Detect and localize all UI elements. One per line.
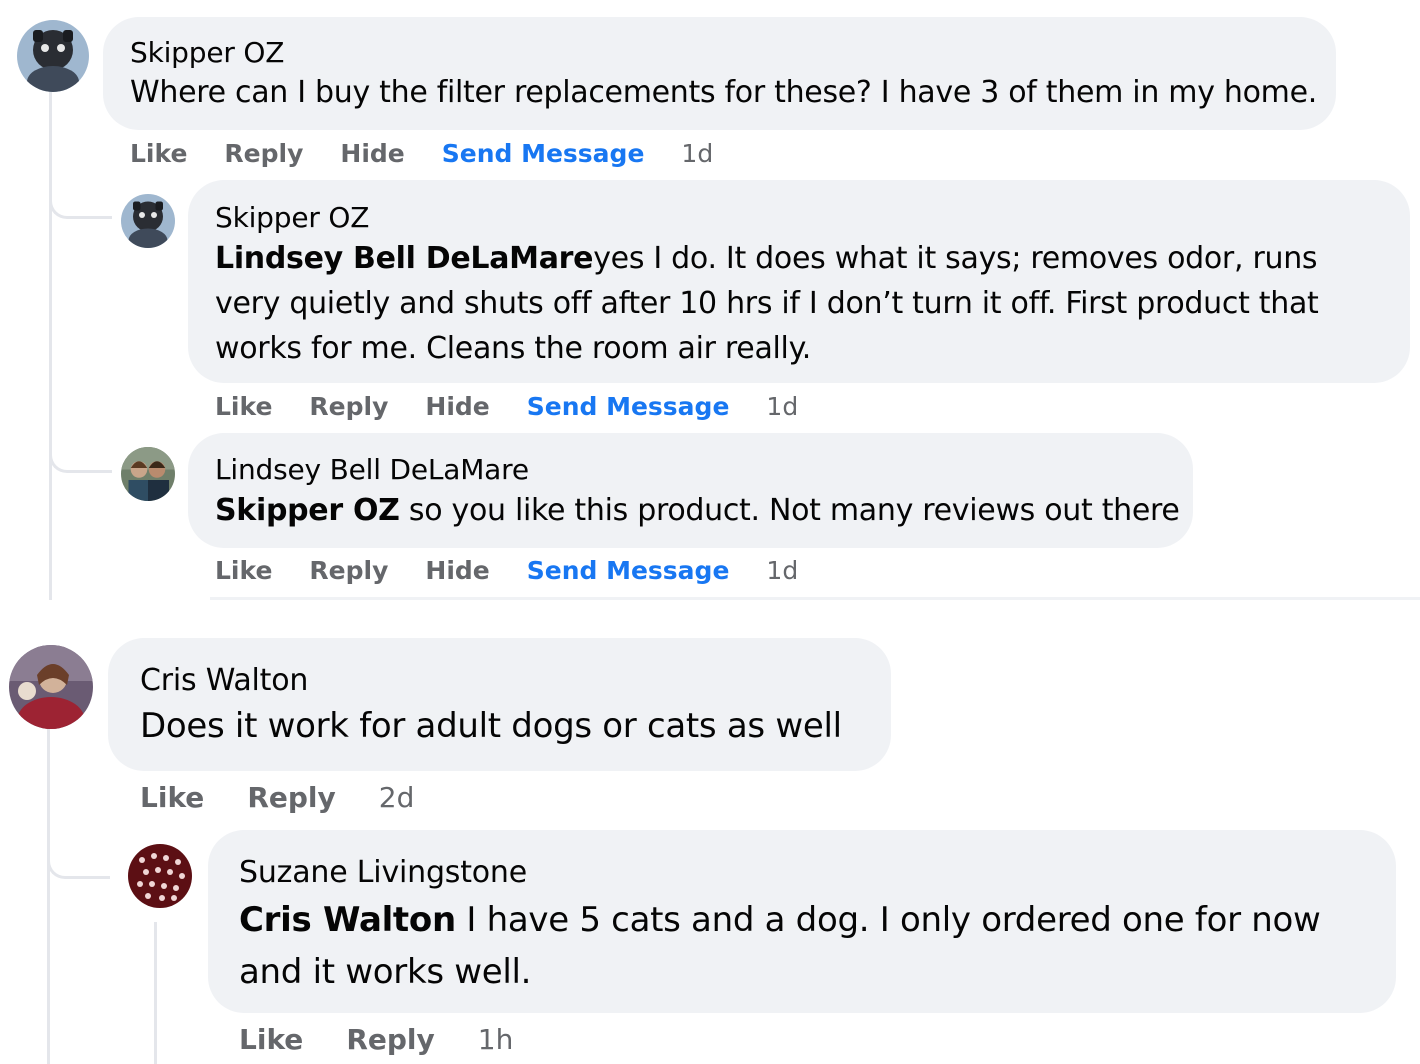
reply-author[interactable]: Suzane Livingstone [239,852,1366,894]
hide-button[interactable]: Hide [340,139,404,168]
timestamp[interactable]: 1d [681,139,713,168]
comment-author[interactable]: Cris Walton [140,660,891,702]
thread-line [47,728,50,1064]
thread-line [154,922,157,1064]
reply-author[interactable]: Lindsey Bell DeLaMare [215,451,1193,489]
like-button[interactable]: Like [215,392,272,421]
like-button[interactable]: Like [239,1023,303,1056]
reply-author[interactable]: Skipper OZ [215,200,1380,236]
reply-button[interactable]: Reply [346,1023,434,1056]
avatar[interactable] [121,447,175,501]
reply-bubble: Skipper OZ Lindsey Bell DeLaMareyes I do… [188,180,1410,383]
reply-text: Skipper OZ so you like this product. Not… [215,491,1193,531]
send-message-button[interactable]: Send Message [527,556,730,585]
like-button[interactable]: Like [140,781,204,814]
timestamp[interactable]: 1d [766,392,798,421]
hide-button[interactable]: Hide [425,556,489,585]
reply-button[interactable]: Reply [247,781,335,814]
like-button[interactable]: Like [215,556,272,585]
avatar[interactable] [17,20,89,92]
avatar[interactable] [9,645,93,729]
avatar[interactable] [128,844,192,908]
comment-text: Does it work for adult dogs or cats as w… [140,706,842,746]
reply-connector [49,420,112,473]
divider [210,597,1420,600]
profile-photo-icon [121,447,175,501]
mention-link[interactable]: Skipper OZ [215,493,400,528]
timestamp[interactable]: 1h [478,1023,514,1056]
reply-actions: Like Reply 1h [239,1018,556,1060]
reply-actions: Like Reply Hide Send Message 1d [215,387,835,425]
profile-photo-icon [121,194,175,248]
profile-photo-icon [9,645,93,729]
timestamp[interactable]: 2d [379,781,415,814]
comment-actions: Like Reply 2d [140,776,457,818]
profile-photo-icon [128,844,192,908]
comment-bubble: Cris Walton Does it work for adult dogs … [108,638,891,771]
hide-button[interactable]: Hide [425,392,489,421]
comment-author[interactable]: Skipper OZ [130,35,1336,71]
reply-button[interactable]: Reply [309,392,388,421]
send-message-button[interactable]: Send Message [442,139,645,168]
avatar[interactable] [121,194,175,248]
reply-actions: Like Reply Hide Send Message 1d [215,551,835,589]
reply-button[interactable]: Reply [224,139,303,168]
like-button[interactable]: Like [130,139,187,168]
reply-bubble: Suzane Livingstone Cris Walton I have 5 … [208,830,1396,1013]
mention-link[interactable]: Lindsey Bell DeLaMare [215,241,594,276]
reply-connector [47,810,110,879]
reply-text: Lindsey Bell DeLaMareyes I do. It does w… [215,236,1380,371]
reply-body: so you like this product. Not many revie… [399,493,1180,528]
send-message-button[interactable]: Send Message [527,392,730,421]
reply-text: Cris Walton I have 5 cats and a dog. I o… [239,894,1366,998]
comment-bubble: Skipper OZ Where can I buy the filter re… [103,17,1336,130]
timestamp[interactable]: 1d [766,556,798,585]
comment-actions: Like Reply Hide Send Message 1d [130,134,750,172]
mention-link[interactable]: Cris Walton [239,900,456,940]
reply-bubble: Lindsey Bell DeLaMare Skipper OZ so you … [188,433,1193,548]
profile-photo-icon [17,20,89,92]
reply-connector [49,150,112,219]
comment-text: Where can I buy the filter replacements … [130,75,1317,110]
reply-button[interactable]: Reply [309,556,388,585]
